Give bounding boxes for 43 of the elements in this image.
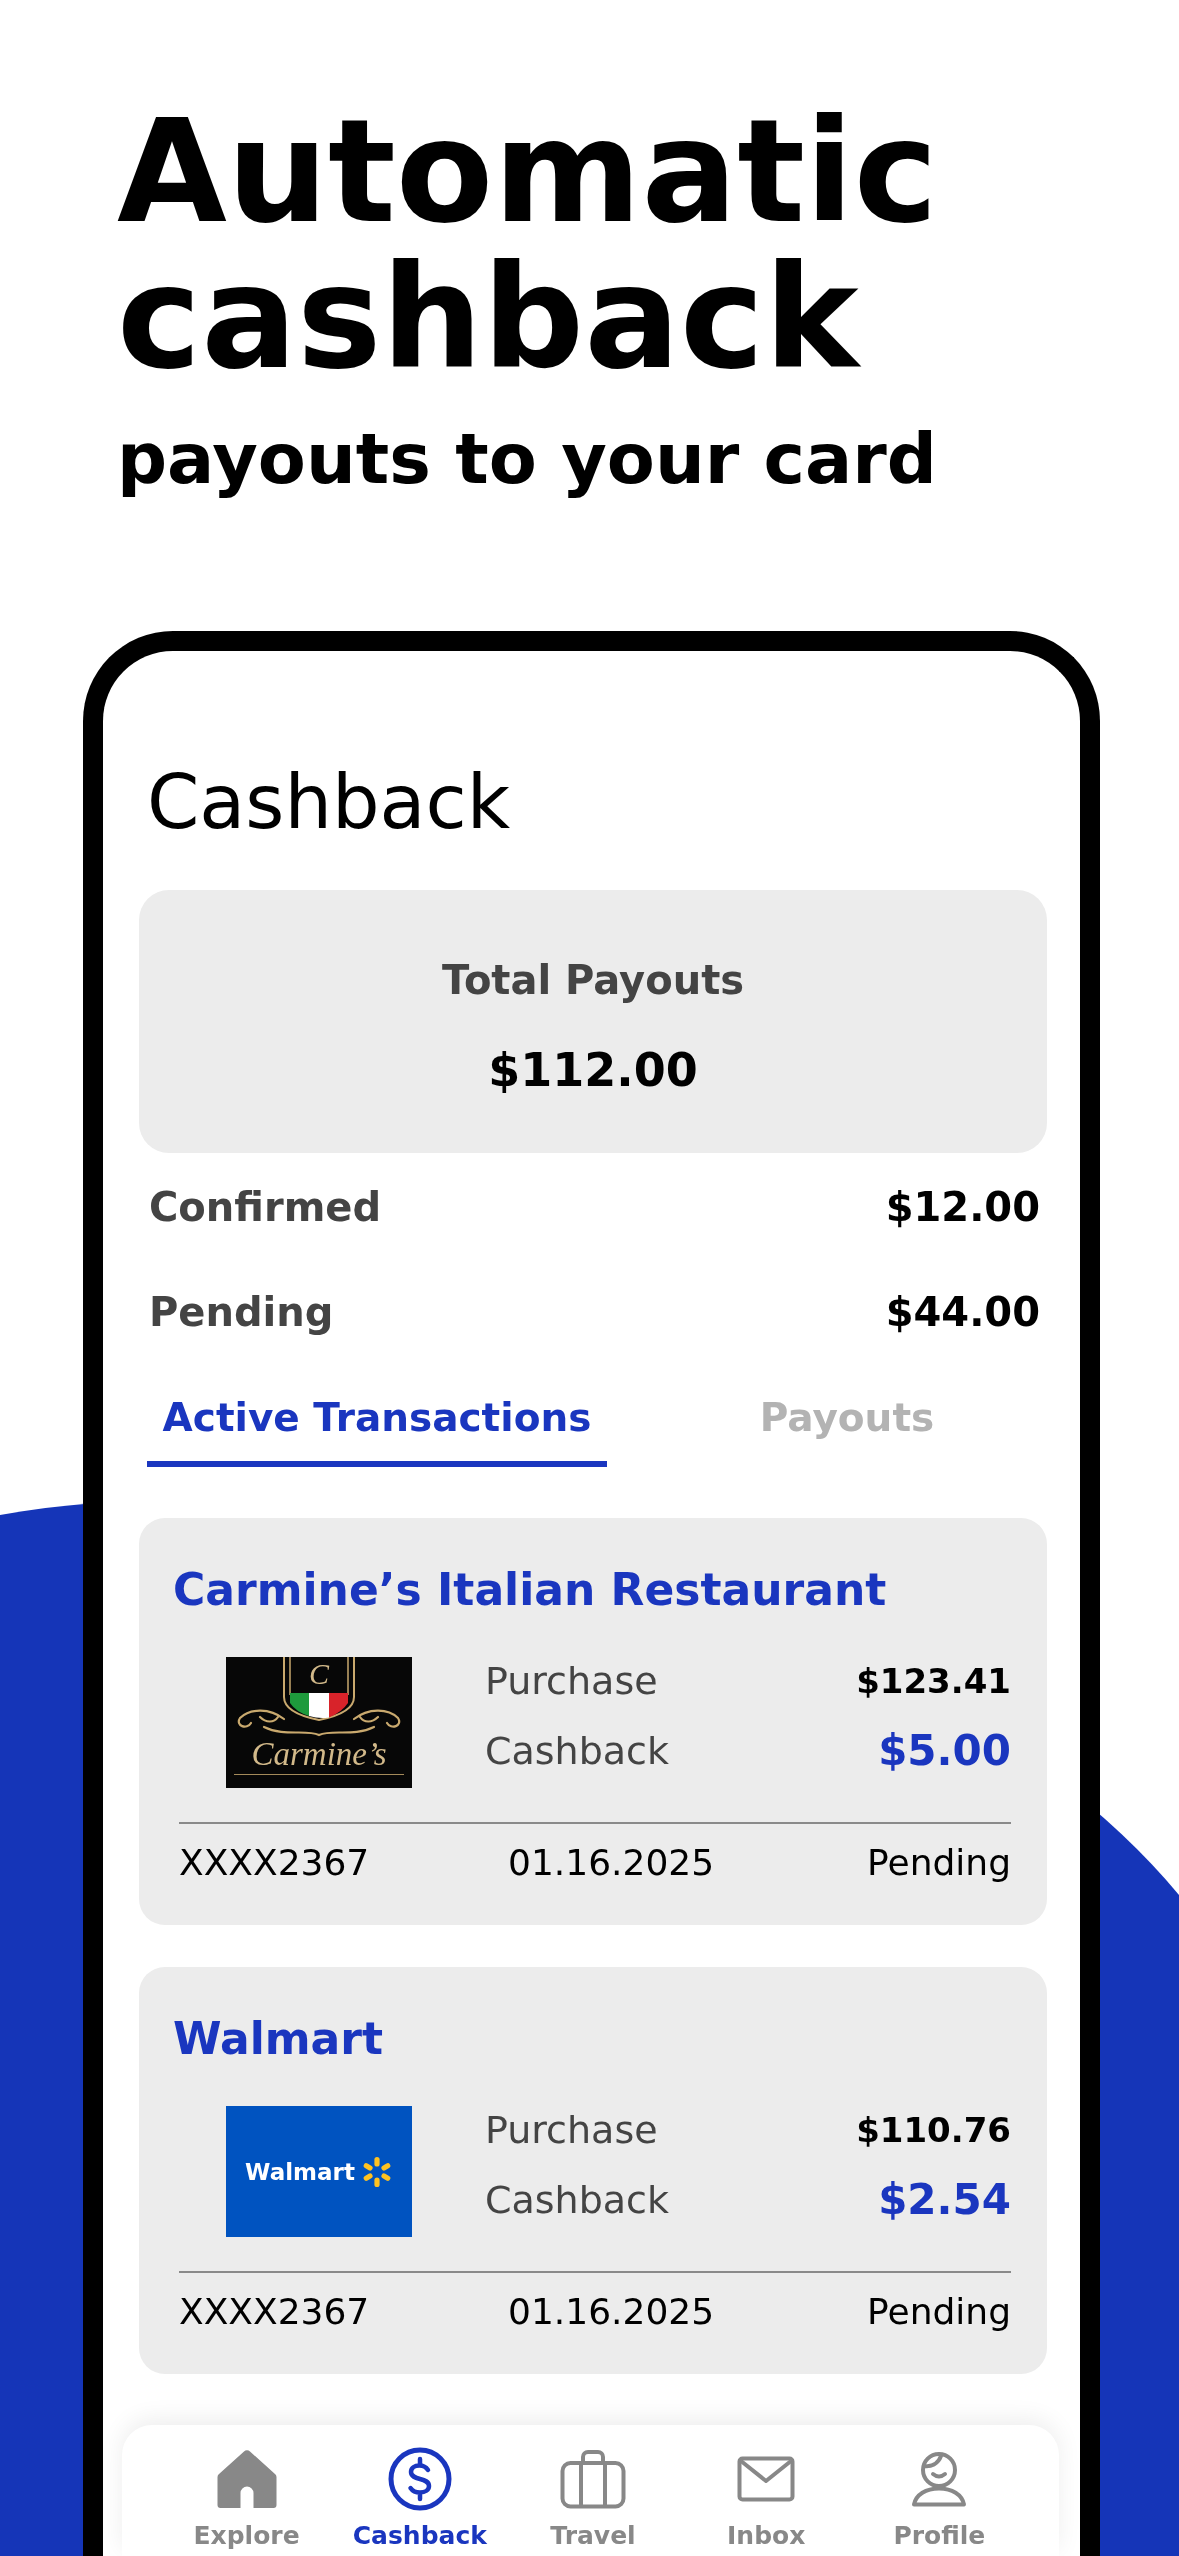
merchant-name: Walmart [173,2013,384,2065]
cashback-label: Cashback [485,2177,669,2223]
headline: Automatic cashback [117,99,939,391]
total-amount: $112.00 [488,1042,698,1098]
home-icon [215,2449,278,2509]
purchase-amount: $110.76 [856,2109,1011,2152]
dollar-circle-icon [387,2447,452,2511]
purchase-amount: $123.41 [856,1660,1011,1703]
transaction-status: Pending [867,1841,1011,1885]
envelope-icon [737,2456,796,2502]
logo-text: Carmine’s [251,1737,387,1771]
nav-tab[interactable]: Travel [550,2449,636,2556]
cashback-label: Cashback [485,1728,669,1774]
transaction-date: 01.16.2025 [508,2290,716,2334]
summary-label: Confirmed [149,1183,382,1231]
subheadline: payouts to your card [117,417,938,501]
nav-tab[interactable]: Cashback [352,2449,487,2556]
screen-title: Cashback [147,757,512,847]
person-icon [911,2451,968,2507]
transaction-date: 01.16.2025 [508,1841,716,1885]
nav-tab[interactable]: Profile [893,2449,986,2556]
transaction-card[interactable]: Walmart Walmart Purchase $110.76 Cashback $2.54 XXXX2367 01.16.2025 Pending [139,1967,1047,2374]
cashback-amount: $2.54 [878,2177,1011,2223]
total-label: Total Payouts [441,956,745,1004]
transaction-card[interactable]: Carmine’s Italian Restaurant C Carmine’s Purchase $123.41 Cashback $5.00 XXXX2367 01.16.2025 Pending [139,1518,1047,1925]
merchant-name: Carmine’s Italian Restaurant [173,1564,888,1616]
tab[interactable]: Payouts [719,1394,935,1467]
monogram-text: C [309,1657,329,1690]
logo-text: Walmart [245,2157,355,2186]
card-number: XXXX2367 [179,2290,371,2334]
nav-tab[interactable]: Inbox [727,2449,806,2556]
purchase-label: Purchase [485,2107,658,2153]
summary-label: Pending [149,1288,334,1336]
cashback-amount: $5.00 [878,1728,1011,1774]
summary-amount: $44.00 [885,1288,1040,1336]
crest-icon [237,1657,401,1737]
tab[interactable]: Active Transactions [147,1394,607,1467]
purchase-label: Purchase [485,1658,658,1704]
briefcase-icon [560,2449,626,2509]
card-number: XXXX2367 [179,1841,371,1885]
transaction-status: Pending [867,2290,1011,2334]
nav-tab[interactable]: Explore [193,2449,300,2556]
summary-amount: $12.00 [885,1183,1040,1231]
